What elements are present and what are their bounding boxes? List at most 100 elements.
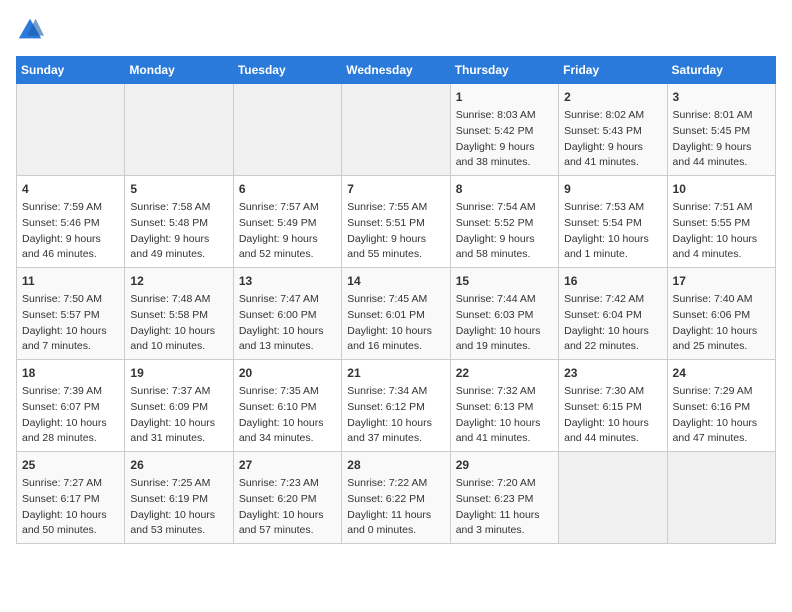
cell-line: Daylight: 10 hours: [673, 232, 770, 248]
cell-line: Daylight: 10 hours: [347, 324, 444, 340]
day-number: 22: [456, 364, 553, 382]
day-number: 19: [130, 364, 227, 382]
cell-line: Daylight: 10 hours: [564, 324, 661, 340]
cell-line: Sunrise: 7:34 AM: [347, 384, 444, 400]
cell-line: and 44 minutes.: [564, 431, 661, 447]
calendar-cell: 13Sunrise: 7:47 AMSunset: 6:00 PMDayligh…: [233, 268, 341, 360]
cell-line: Daylight: 9 hours: [239, 232, 336, 248]
cell-line: Sunrise: 7:37 AM: [130, 384, 227, 400]
cell-line: Sunrise: 7:54 AM: [456, 200, 553, 216]
calendar-cell: 26 Sunrise: 7:25 AMSunset: 6:19 PMDayligh…: [125, 452, 233, 544]
day-number: 8: [456, 180, 553, 198]
cell-line: Sunset: 6:04 PM: [564, 308, 661, 324]
day-number: 10: [673, 180, 770, 198]
cell-line: Sunrise: 7:51 AM: [673, 200, 770, 216]
cell-line: Daylight: 10 hours: [239, 324, 336, 340]
calendar-cell: 14Sunrise: 7:45 AMSunset: 6:01 PMDayligh…: [342, 268, 450, 360]
cell-line: Sunrise: 7:58 AM: [130, 200, 227, 216]
calendar-cell: 24Sunrise: 7:29 AMSunset: 6:16 PMDayligh…: [667, 360, 775, 452]
calendar-cell: 17Sunrise: 7:40 AMSunset: 6:06 PMDayligh…: [667, 268, 775, 360]
logo-icon: [16, 16, 44, 44]
calendar-cell: 5Sunrise: 7:58 AMSunset: 5:48 PMDaylight…: [125, 176, 233, 268]
day-number: 28: [347, 456, 444, 474]
calendar-cell: 12Sunrise: 7:48 AMSunset: 5:58 PMDayligh…: [125, 268, 233, 360]
day-number: 3: [673, 88, 770, 106]
calendar-cell: 4Sunrise: 7:59 AMSunset: 5:46 PMDaylight…: [17, 176, 125, 268]
cell-line: and 16 minutes.: [347, 339, 444, 355]
cell-line: and 47 minutes.: [673, 431, 770, 447]
cell-line: Daylight: 10 hours: [673, 324, 770, 340]
cell-line: Daylight: 10 hours: [239, 416, 336, 432]
cell-line: and 4 minutes.: [673, 247, 770, 263]
cell-line: Sunset: 5:51 PM: [347, 216, 444, 232]
cell-line: Daylight: 9 hours: [347, 232, 444, 248]
cell-line: and 37 minutes.: [347, 431, 444, 447]
cell-line: Daylight: 10 hours: [130, 508, 227, 524]
cell-line: and 7 minutes.: [22, 339, 119, 355]
calendar-cell: 3Sunrise: 8:01 AMSunset: 5:45 PMDaylight…: [667, 84, 775, 176]
cell-line: Daylight: 9 hours: [130, 232, 227, 248]
weekday-header-saturday: Saturday: [667, 57, 775, 84]
day-number: 23: [564, 364, 661, 382]
calendar-cell: 22Sunrise: 7:32 AMSunset: 6:13 PMDayligh…: [450, 360, 558, 452]
cell-line: Sunrise: 7:23 AM: [239, 476, 336, 492]
cell-line: Sunrise: 7:25 AM: [130, 476, 227, 492]
calendar-cell: [233, 84, 341, 176]
cell-line: Sunrise: 7:42 AM: [564, 292, 661, 308]
cell-line: and 3 minutes.: [456, 523, 553, 539]
calendar-cell: 23Sunrise: 7:30 AMSunset: 6:15 PMDayligh…: [559, 360, 667, 452]
cell-line: Sunset: 5:54 PM: [564, 216, 661, 232]
cell-line: Sunset: 5:48 PM: [130, 216, 227, 232]
calendar-cell: [667, 452, 775, 544]
calendar-cell: 25Sunrise: 7:27 AMSunset: 6:17 PMDayligh…: [17, 452, 125, 544]
cell-line: Daylight: 10 hours: [673, 416, 770, 432]
cell-line: Sunset: 5:52 PM: [456, 216, 553, 232]
calendar-cell: 11Sunrise: 7:50 AMSunset: 5:57 PMDayligh…: [17, 268, 125, 360]
cell-line: and 50 minutes.: [22, 523, 119, 539]
cell-line: Daylight: 10 hours: [22, 508, 119, 524]
cell-line: Sunset: 6:23 PM: [456, 492, 553, 508]
calendar-cell: 7Sunrise: 7:55 AMSunset: 5:51 PMDaylight…: [342, 176, 450, 268]
day-number: 21: [347, 364, 444, 382]
cell-line: Sunrise: 7:40 AM: [673, 292, 770, 308]
weekday-header-thursday: Thursday: [450, 57, 558, 84]
weekday-header-friday: Friday: [559, 57, 667, 84]
cell-line: Sunset: 5:42 PM: [456, 124, 553, 140]
cell-line: and 46 minutes.: [22, 247, 119, 263]
cell-line: and 13 minutes.: [239, 339, 336, 355]
cell-line: Daylight: 9 hours: [22, 232, 119, 248]
day-number: 1: [456, 88, 553, 106]
cell-line: Daylight: 9 hours: [564, 140, 661, 156]
cell-line: Sunset: 6:19 PM: [130, 492, 227, 508]
cell-line: Sunrise: 7:29 AM: [673, 384, 770, 400]
calendar-header-row: SundayMondayTuesdayWednesdayThursdayFrid…: [17, 57, 776, 84]
cell-line: Sunset: 6:01 PM: [347, 308, 444, 324]
weekday-header-tuesday: Tuesday: [233, 57, 341, 84]
logo: [16, 16, 48, 44]
cell-line: Sunset: 6:12 PM: [347, 400, 444, 416]
calendar-week-row: 11Sunrise: 7:50 AMSunset: 5:57 PMDayligh…: [17, 268, 776, 360]
calendar-cell: 1Sunrise: 8:03 AMSunset: 5:42 PMDaylight…: [450, 84, 558, 176]
cell-line: Daylight: 10 hours: [347, 416, 444, 432]
cell-line: and 31 minutes.: [130, 431, 227, 447]
day-number: 26: [130, 456, 227, 474]
day-number: 9: [564, 180, 661, 198]
day-number: 25: [22, 456, 119, 474]
weekday-header-wednesday: Wednesday: [342, 57, 450, 84]
day-number: 11: [22, 272, 119, 290]
cell-line: and 34 minutes.: [239, 431, 336, 447]
calendar-cell: 16Sunrise: 7:42 AMSunset: 6:04 PMDayligh…: [559, 268, 667, 360]
cell-line: Sunrise: 7:59 AM: [22, 200, 119, 216]
cell-line: and 25 minutes.: [673, 339, 770, 355]
cell-line: Sunset: 6:22 PM: [347, 492, 444, 508]
cell-line: Sunrise: 7:48 AM: [130, 292, 227, 308]
cell-line: Sunrise: 7:27 AM: [22, 476, 119, 492]
calendar-cell: 20Sunrise: 7:35 AMSunset: 6:10 PMDayligh…: [233, 360, 341, 452]
cell-line: Sunset: 6:00 PM: [239, 308, 336, 324]
day-number: 6: [239, 180, 336, 198]
cell-line: and 1 minute.: [564, 247, 661, 263]
day-number: 2: [564, 88, 661, 106]
calendar-cell: [342, 84, 450, 176]
cell-line: and 0 minutes.: [347, 523, 444, 539]
cell-line: and 58 minutes.: [456, 247, 553, 263]
